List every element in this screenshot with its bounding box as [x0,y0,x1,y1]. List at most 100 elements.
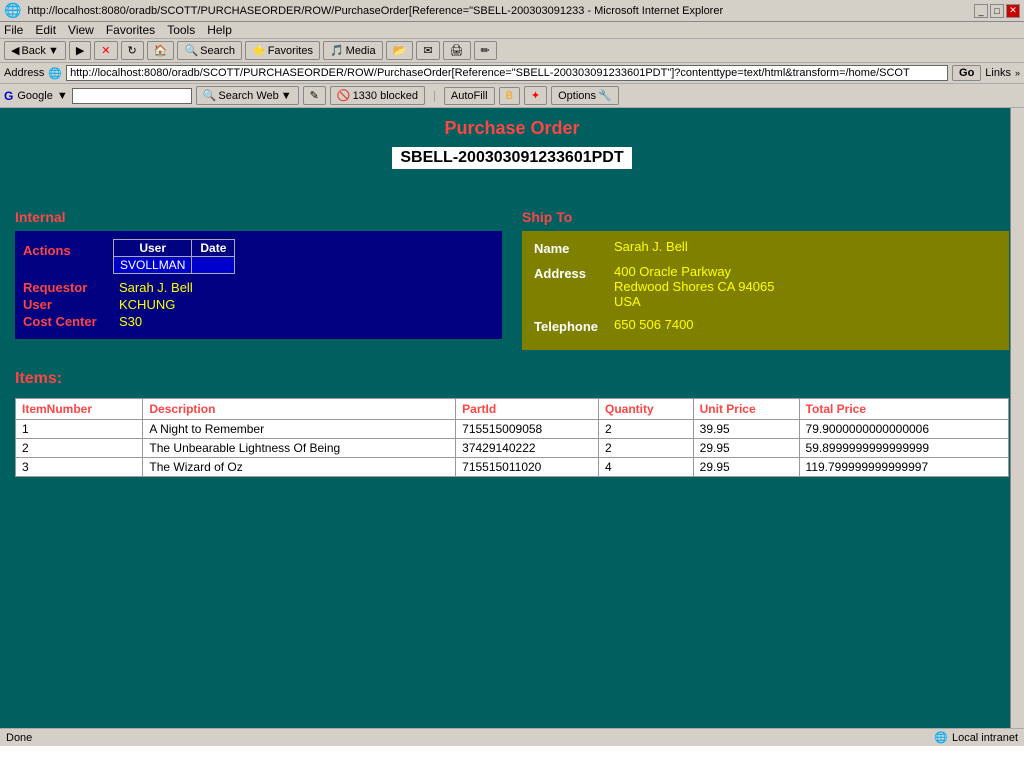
back-icon: ◀ [11,44,19,57]
home-icon: 🏠 [154,44,168,57]
menu-favorites[interactable]: Favorites [106,23,155,37]
zone-icon: 🌐 [934,731,948,744]
history-icon: 📂 [393,44,407,57]
highlighter-button[interactable]: ✎ [303,86,326,105]
google-label: Google [17,90,52,102]
order-id-wrapper: SBELL-200303091233601PDT [15,147,1009,189]
blogger-button[interactable]: B [499,87,520,105]
search-button[interactable]: 🔍 Search [177,41,242,60]
autofill-button[interactable]: AutoFill [444,87,495,105]
edit-button[interactable]: ✏ [474,41,497,60]
date-col-header: Date [192,240,235,257]
item-quantity: 2 [599,439,694,458]
internal-section: Internal Actions User Date SVOLLMAN [15,209,502,350]
address-line2: Redwood Shores CA 94065 [614,279,774,294]
stop-icon: ✕ [101,44,110,57]
minimize-button[interactable]: _ [974,4,988,18]
item-item-number: 3 [16,458,143,477]
titlebar: 🌐 http://localhost:8080/oradb/SCOTT/PURC… [0,0,1024,22]
google-toolbar: G Google ▼ 🔍 Search Web ▼ ✎ 🚫 1330 block… [0,84,1024,108]
zone-text: Local intranet [952,732,1018,744]
norton-button[interactable]: ✦ [524,86,547,105]
items-section: Items: ItemNumber Description PartId Qua… [15,370,1009,477]
close-button[interactable]: ✕ [1006,4,1020,18]
google-search-input[interactable] [72,88,192,104]
blogger-icon: B [506,90,513,102]
search-web-button[interactable]: 🔍 Search Web ▼ [196,86,299,105]
media-button[interactable]: 🎵 Media [323,41,383,60]
page-title: Purchase Order [15,118,1009,139]
actions-row: Actions User Date SVOLLMAN [23,239,494,274]
links-chevron-icon: » [1015,68,1020,78]
edit-icon: ✏ [481,44,490,57]
window-title: http://localhost:8080/oradb/SCOTT/PURCHA… [27,5,968,17]
window-controls[interactable]: _ □ ✕ [974,4,1020,18]
refresh-button[interactable]: ↻ [121,41,144,60]
status-text: Done [6,732,32,744]
forward-button[interactable]: ▶ [69,41,91,60]
stop-button[interactable]: ✕ [94,41,117,60]
options-wrench-icon: 🔧 [598,89,612,102]
ship-name-value: Sarah J. Bell [614,239,688,256]
item-part-id: 715515011020 [456,458,599,477]
item-total-price: 79.9000000000000006 [799,420,1008,439]
item-total-price: 119.799999999999997 [799,458,1008,477]
mail-button[interactable]: ✉ [416,41,439,60]
menu-view[interactable]: View [68,23,94,37]
ship-to-section-title: Ship To [522,209,1009,225]
address-input[interactable] [66,65,948,81]
item-unit-price: 39.95 [693,420,799,439]
norton-icon: ✦ [531,89,540,102]
google-logo: G [4,89,13,103]
back-button[interactable]: ◀ Back ▼ [4,41,66,60]
menu-edit[interactable]: Edit [35,23,56,37]
col-unit-price: Unit Price [693,399,799,420]
ship-address-row: Address 400 Oracle Parkway Redwood Shore… [534,264,997,309]
home-button[interactable]: 🏠 [147,41,175,60]
internal-section-title: Internal [15,209,502,225]
statusbar-right: 🌐 Local intranet [934,731,1018,744]
address-bar: Address 🌐 Go Links » [0,63,1024,84]
menu-help[interactable]: Help [207,23,232,37]
history-button[interactable]: 📂 [386,41,414,60]
options-button[interactable]: Options 🔧 [551,86,619,105]
page-icon: 🌐 [48,67,62,80]
go-button[interactable]: Go [952,65,981,81]
scrollbar[interactable] [1010,108,1024,728]
ship-telephone-label: Telephone [534,317,614,334]
user-value: KCHUNG [119,297,175,312]
ie-logo-icon: 🌐 [4,2,21,19]
ship-name-row: Name Sarah J. Bell [534,239,997,256]
star-icon: ⭐ [252,44,266,57]
cost-center-value: S30 [119,314,142,329]
user-label: User [23,297,113,312]
ship-name-label: Name [534,239,614,256]
highlighter-icon: ✎ [310,89,319,102]
menu-file[interactable]: File [4,23,23,37]
table-row: 1A Night to Remember715515009058239.9579… [16,420,1009,439]
favorites-button[interactable]: ⭐ Favorites [245,41,320,60]
table-row: 2The Unbearable Lightness Of Being374291… [16,439,1009,458]
user-row: User KCHUNG [23,297,494,312]
print-icon: 🖨 [450,44,464,57]
item-item-number: 2 [16,439,143,458]
menubar: File Edit View Favorites Tools Help [0,22,1024,39]
ship-to-box: Name Sarah J. Bell Address 400 Oracle Pa… [522,231,1009,350]
item-part-id: 715515009058 [456,420,599,439]
item-unit-price: 29.95 [693,439,799,458]
item-item-number: 1 [16,420,143,439]
toolbar: ◀ Back ▼ ▶ ✕ ↻ 🏠 🔍 Search ⭐ Favorites 🎵 … [0,39,1024,63]
search-icon: 🔍 [184,44,198,57]
media-icon: 🎵 [330,44,344,57]
item-total-price: 59.8999999999999999 [799,439,1008,458]
item-unit-price: 29.95 [693,458,799,477]
maximize-button[interactable]: □ [990,4,1004,18]
table-row: SVOLLMAN [114,257,235,274]
requestor-label: Requestor [23,280,113,295]
blocked-button[interactable]: 🚫 1330 blocked [330,86,425,105]
items-header-row: ItemNumber Description PartId Quantity U… [16,399,1009,420]
print-button[interactable]: 🖨 [443,41,471,60]
menu-tools[interactable]: Tools [167,23,195,37]
cost-center-row: Cost Center S30 [23,314,494,329]
ship-address-label: Address [534,264,614,309]
